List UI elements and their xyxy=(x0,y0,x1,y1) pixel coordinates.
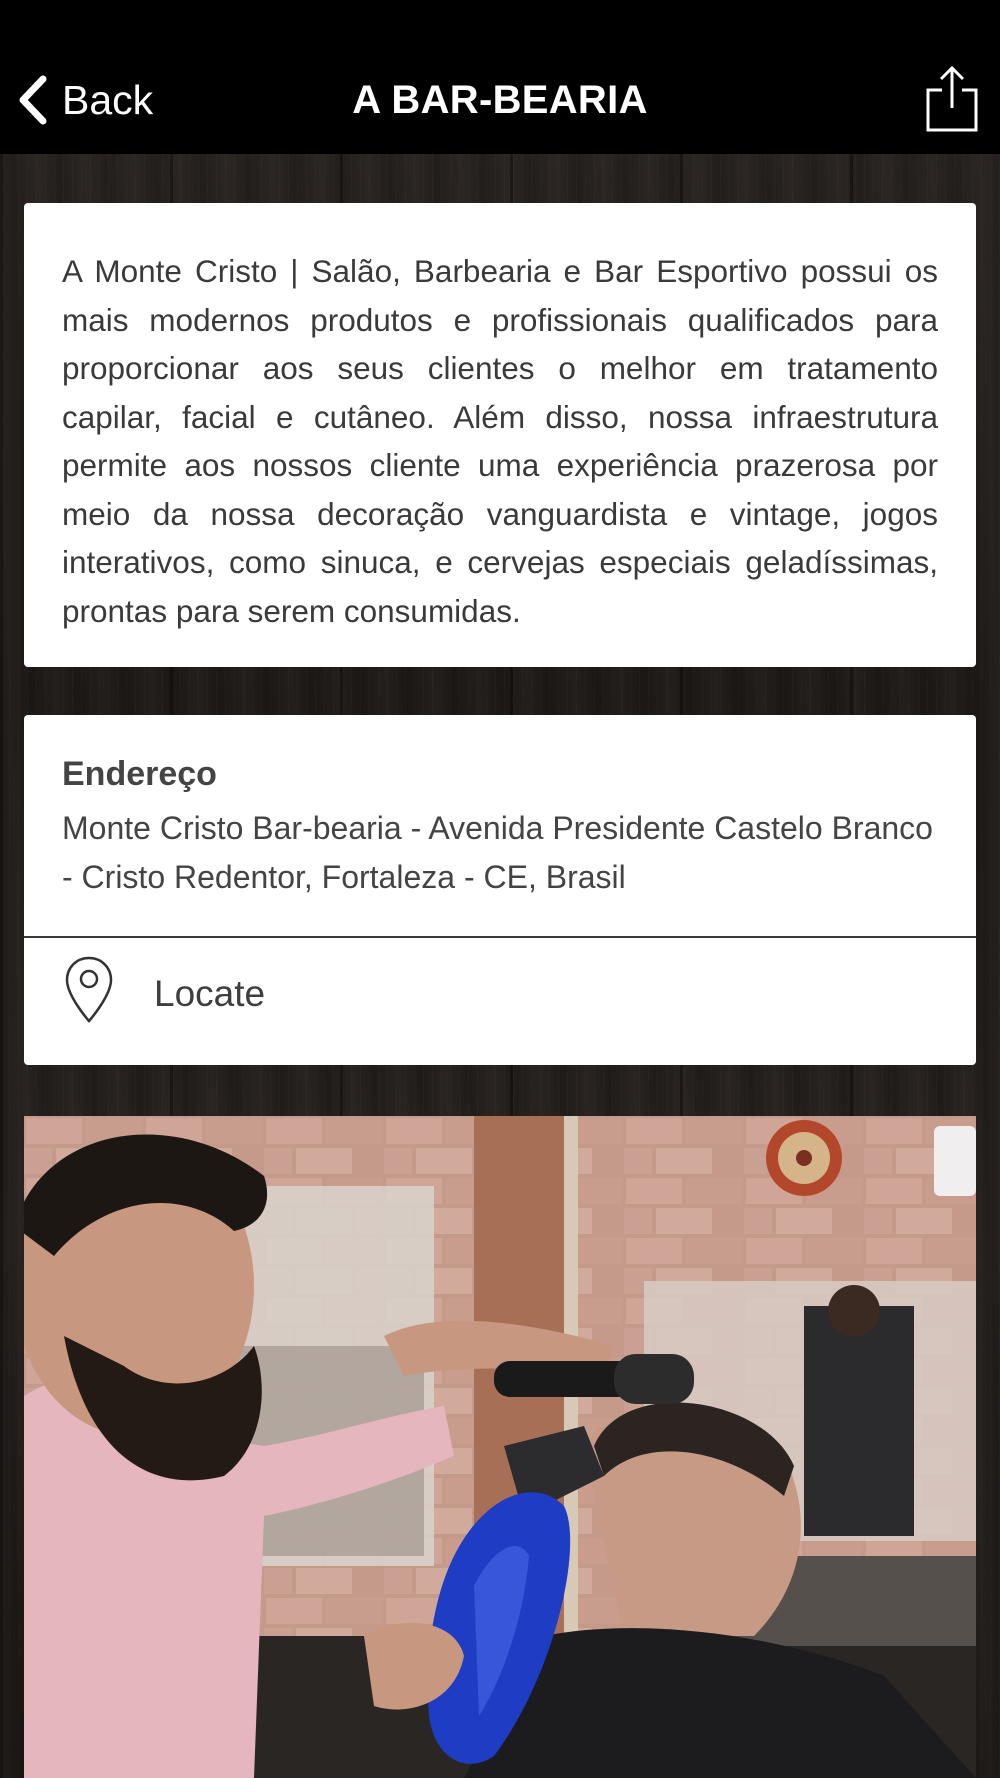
address-card: Endereço Monte Cristo Bar-bearia - Aveni… xyxy=(24,715,976,1065)
address-section: Endereço Monte Cristo Bar-bearia - Aveni… xyxy=(24,715,976,938)
locate-label: Locate xyxy=(154,973,266,1014)
map-pin-icon xyxy=(65,956,113,1023)
navigation-bar: Back A BAR-BEARIA xyxy=(0,0,1000,154)
address-text: Monte Cristo Bar-bearia - Avenida Presid… xyxy=(62,810,933,895)
share-button[interactable] xyxy=(924,64,980,134)
page-title: A BAR-BEARIA xyxy=(352,78,648,122)
description-card: A Monte Cristo | Salão, Barbearia e Bar … xyxy=(24,203,976,667)
barbershop-photo xyxy=(24,1116,976,1778)
address-heading: Endereço xyxy=(62,755,217,793)
share-icon xyxy=(926,65,978,132)
description-text: A Monte Cristo | Salão, Barbearia e Bar … xyxy=(62,253,938,629)
